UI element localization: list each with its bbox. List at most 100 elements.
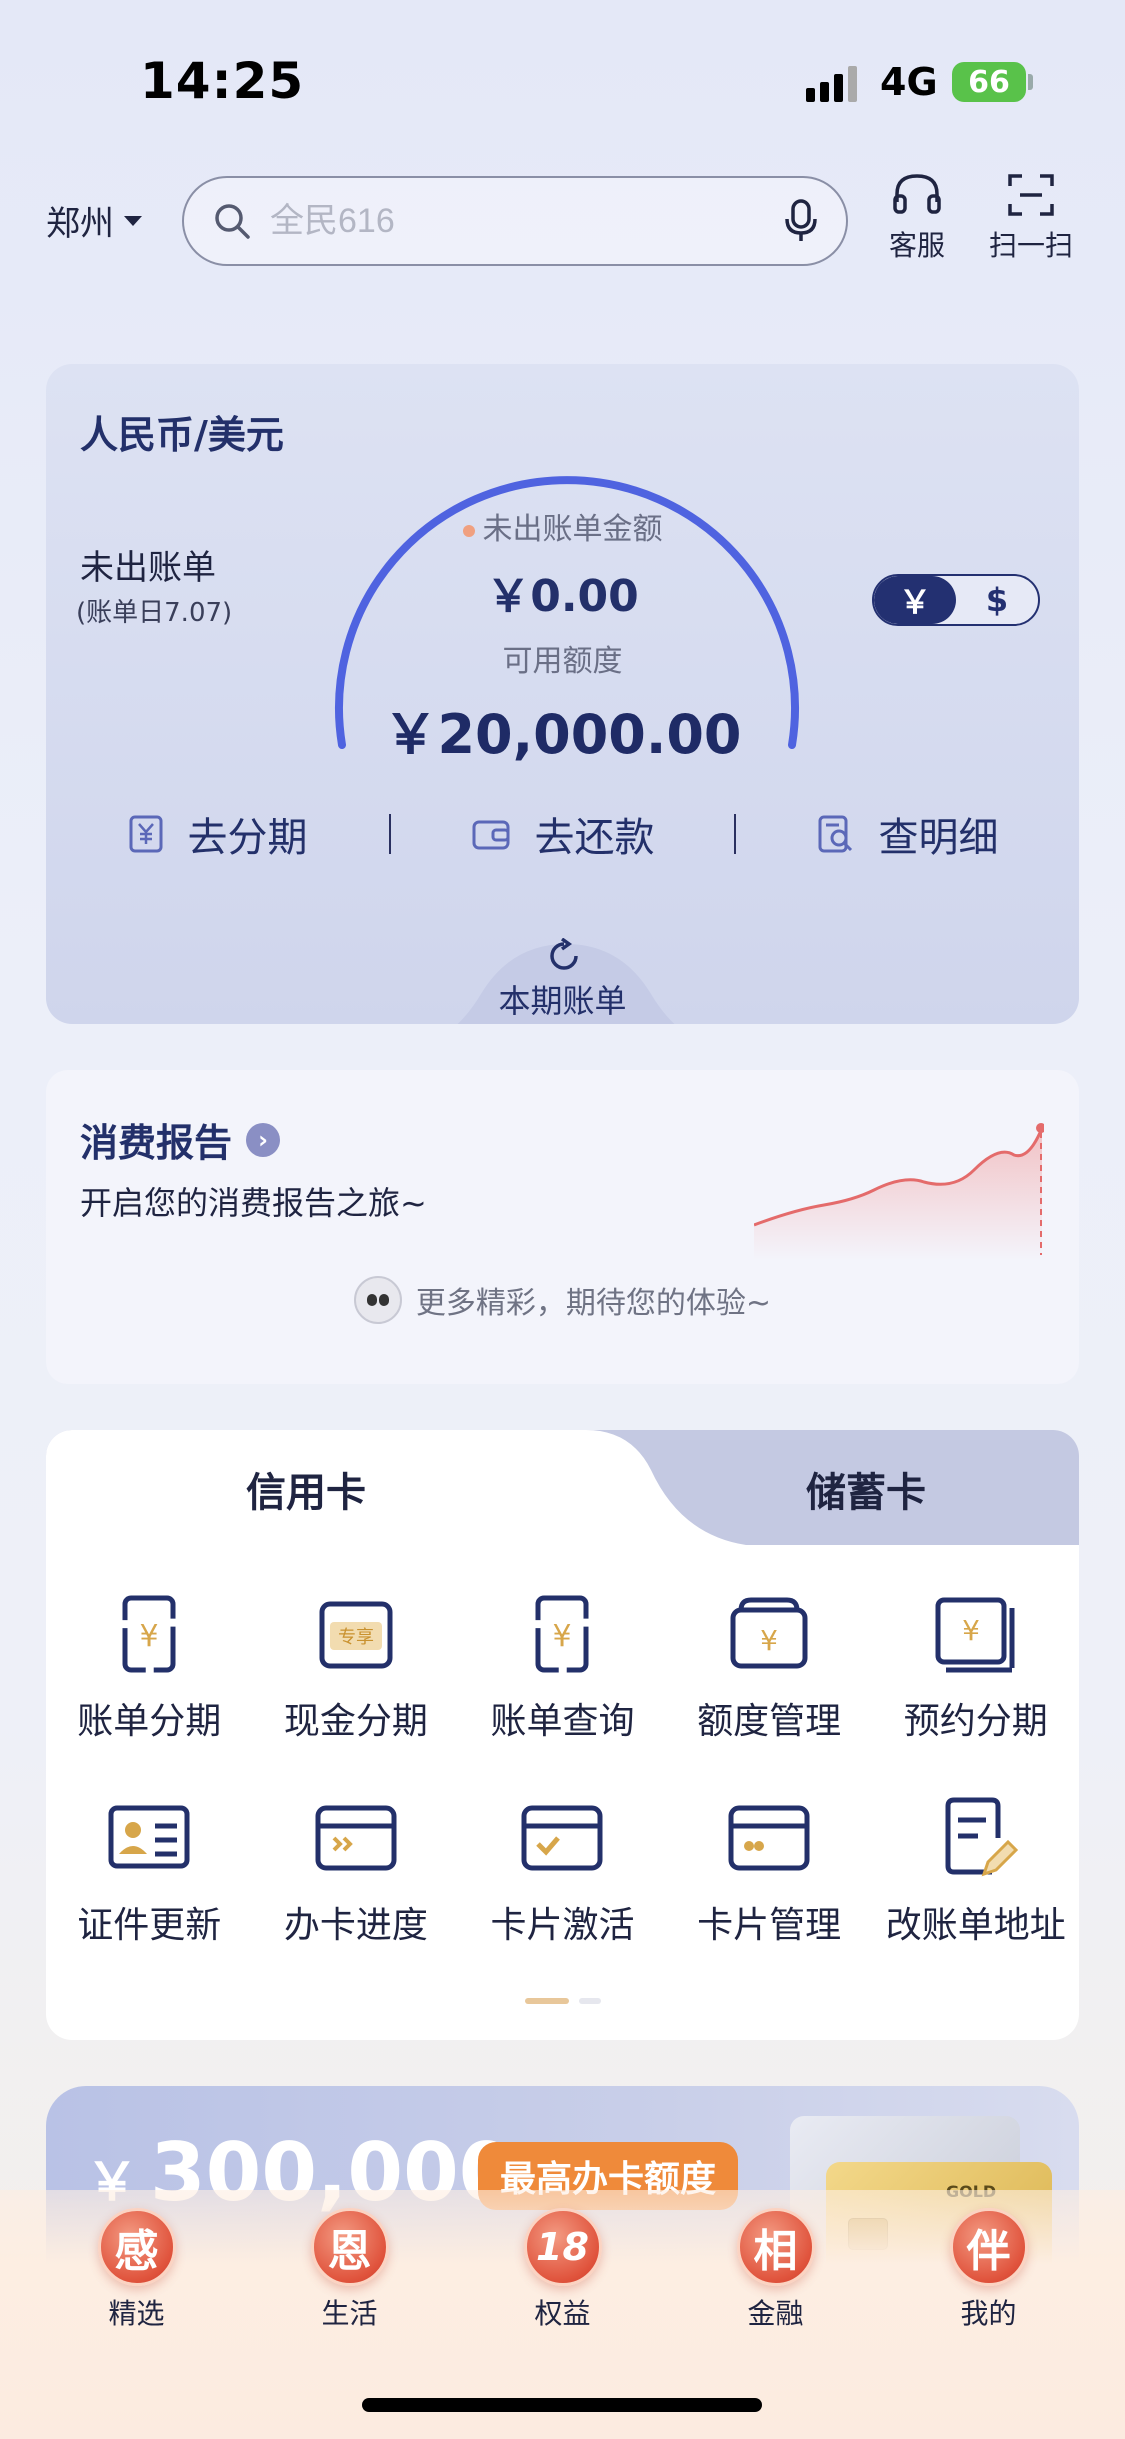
search-bar[interactable] [182,176,848,266]
nav-mine-label: 我的 [960,2297,1017,2330]
city-selector[interactable]: 郑州 [46,196,142,245]
id-update-label: 证件更新 [77,1905,222,1946]
bill-query-icon: ¥ [535,1595,589,1673]
card-title: 人民币/美元 [80,413,284,457]
available-amount: ￥20,000.00 [383,703,742,766]
bill-query-label: 账单查询 [490,1701,635,1742]
installment-action[interactable]: 去分期 [46,805,389,863]
microphone-icon[interactable] [784,199,818,243]
home-indicator [362,2398,762,2412]
application-progress-item[interactable]: 办卡进度 [253,1794,460,1948]
change-address-icon [945,1797,1018,1877]
bill-installment-icon: ¥ [122,1595,176,1673]
current-bill-tab[interactable]: 本期账单 [46,976,1079,1022]
report-subtitle: 开启您的消费报告之旅~ [80,1184,427,1222]
document-search-icon [818,815,852,853]
page-dot-active [524,1998,569,2004]
cash-installment-label: 现金分期 [283,1701,428,1742]
bottom-nav: 感 精选 恩 生活 18 权益 相 金融 伴 我的 [0,2208,1125,2332]
svg-text:¥: ¥ [140,1619,159,1654]
refresh-icon[interactable] [546,938,582,974]
reserve-installment-item[interactable]: ¥ 预约分期 [872,1590,1079,1744]
id-update-item[interactable]: 证件更新 [46,1794,253,1948]
yuan-installment-icon [129,815,162,853]
limit-management-icon: ¥ [730,1597,808,1669]
card-services-panel: 信用卡 储蓄卡 ¥ 账单分期 专享 现金分期 ¥ 账单查询 ¥ 额度管理 ¥ 预… [46,1430,1079,2040]
scan-button[interactable]: 扫一扫 [976,172,1086,264]
page-indicator [46,1998,1079,2004]
nav-benefits-label: 权益 [534,2297,591,2330]
signal-icon [806,66,857,102]
report-title: 消费报告 [80,1121,233,1165]
report-title-row[interactable]: 消费报告 › [80,1112,281,1167]
search-input[interactable] [270,201,784,241]
unbilled-dot [462,524,475,537]
city-label: 郑州 [46,204,114,244]
customer-service-label: 客服 [888,229,945,262]
chevron-down-icon [124,215,142,226]
reserve-installment-label: 预约分期 [903,1701,1048,1742]
nav-mine[interactable]: 伴 我的 [914,2208,1064,2332]
nav-life[interactable]: 恩 生活 [275,2208,425,2332]
mine-icon: 伴 [949,2208,1028,2286]
unbilled-amount-label: 未出账单金额 [482,512,663,547]
application-progress-label: 办卡进度 [283,1905,428,1946]
scan-label: 扫一扫 [988,229,1073,262]
nav-featured[interactable]: 感 精选 [62,2208,212,2332]
card-management-icon [728,1805,810,1871]
id-update-icon [108,1805,190,1869]
benefits-icon: 18 [523,2208,602,2286]
panda-icon [353,1276,402,1324]
customer-service-button[interactable]: 客服 [862,172,972,264]
cash-installment-item[interactable]: 专享 现金分期 [253,1590,460,1744]
nav-featured-label: 精选 [108,2297,165,2330]
details-action[interactable]: 查明细 [736,805,1079,863]
status-time: 14:25 [140,52,305,110]
nav-benefits[interactable]: 18 权益 [488,2208,638,2332]
reserve-installment-icon: ¥ [935,1597,1015,1673]
trend-decoration [754,1123,1044,1260]
change-address-item[interactable]: 改账单地址 [872,1794,1079,1948]
available-label: 可用额度 [502,644,623,679]
card-activation-icon [521,1805,603,1871]
nav-life-label: 生活 [321,2297,378,2330]
bill-actions: 去分期 去还款 查明细 [46,804,1079,864]
bill-query-item[interactable]: ¥ 账单查询 [459,1590,666,1744]
battery-level: 66 [968,64,1010,100]
search-icon [215,204,250,239]
tab-debit-card[interactable]: 储蓄卡 [646,1460,1079,1518]
bill-installment-label: 账单分期 [77,1701,222,1742]
currency-usd-option[interactable]: $ [956,576,1038,624]
unbilled-amount-label-row: 未出账单金额 [46,504,1079,548]
card-management-label: 卡片管理 [697,1905,842,1946]
card-activation-item[interactable]: 卡片激活 [459,1794,666,1948]
featured-icon: 感 [97,2208,176,2286]
currency-toggle[interactable]: ￥ $ [872,574,1040,626]
finance-icon: 相 [736,2208,815,2286]
currency-rmb-option[interactable]: ￥ [874,576,956,624]
repay-action[interactable]: 去还款 [391,805,734,863]
bill-installment-item[interactable]: ¥ 账单分期 [46,1590,253,1744]
nav-finance[interactable]: 相 金融 [701,2208,851,2332]
available-label-row: 可用额度 [46,636,1079,680]
card-management-item[interactable]: 卡片管理 [666,1794,873,1948]
application-progress-icon [315,1805,397,1871]
svg-text:¥: ¥ [553,1619,572,1654]
card-activation-label: 卡片激活 [490,1905,635,1946]
service-grid: ¥ 账单分期 专享 现金分期 ¥ 账单查询 ¥ 额度管理 ¥ 预约分期 证件更新… [46,1590,1079,1948]
repay-action-label: 去还款 [534,815,655,861]
limit-management-label: 额度管理 [697,1701,842,1742]
nav-finance-label: 金融 [747,2297,804,2330]
exclusive-badge-text: 专享 [338,1627,374,1648]
tab-credit-card[interactable]: 信用卡 [46,1460,566,1518]
chevron-right-icon: › [246,1122,281,1157]
installment-action-label: 去分期 [187,815,308,861]
network-type: 4G [880,60,938,104]
svg-text:¥: ¥ [962,1614,980,1647]
wallet-icon [472,820,509,850]
limit-management-item[interactable]: ¥ 额度管理 [666,1590,873,1744]
details-action-label: 查明细 [878,815,999,861]
consumption-report-card[interactable]: 消费报告 › 开启您的消费报告之旅~ 更多精彩，期待您的体验~ [46,1070,1079,1384]
battery-icon: 66 [952,62,1026,102]
headset-icon [893,174,941,214]
